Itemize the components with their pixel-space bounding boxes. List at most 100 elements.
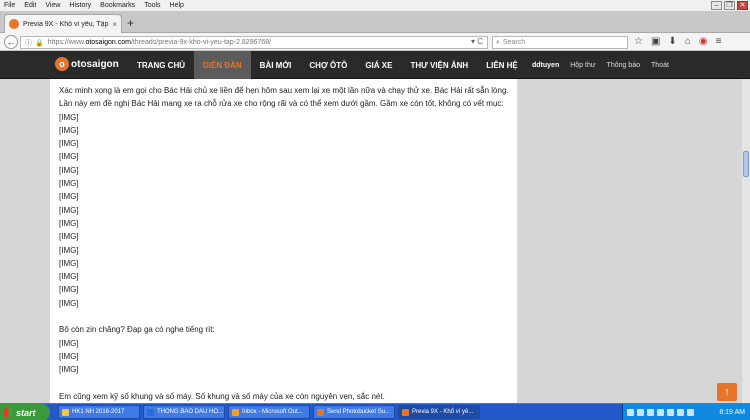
menu-help[interactable]: Help xyxy=(170,2,184,9)
image-placeholder[interactable]: [IMG] xyxy=(59,244,511,257)
downloads-icon[interactable]: ⬇ xyxy=(668,36,676,47)
tray-icon[interactable] xyxy=(657,409,664,416)
tray-icon[interactable] xyxy=(637,409,644,416)
nav-home[interactable]: TRANG CHỦ xyxy=(128,51,194,79)
tray-icon[interactable] xyxy=(647,409,654,416)
taskbar-tasks: HK1 NH 2016-2017 THONG BAO DAU HO... Inbox… xyxy=(58,405,480,419)
system-tray: 8:19 AM xyxy=(622,404,750,420)
task-app-icon xyxy=(232,408,239,416)
image-placeholder[interactable]: [IMG] xyxy=(59,111,511,124)
image-placeholder[interactable]: [IMG] xyxy=(59,363,511,376)
menu-history[interactable]: History xyxy=(69,2,91,9)
taskbar-task[interactable]: Previa 9X - Khổ vì yê... xyxy=(398,405,480,419)
tray-icon[interactable] xyxy=(677,409,684,416)
image-placeholder[interactable]: [IMG] xyxy=(59,177,511,190)
task-label: Inbox - Microsoft Out... xyxy=(242,409,303,415)
search-icon: ⌕ xyxy=(496,38,500,46)
post-text-line xyxy=(59,377,511,390)
user-bar: ddtuyen Hộp thư Thông báo Thoát xyxy=(532,51,680,79)
lock-icon[interactable]: 🔒 xyxy=(35,39,44,47)
taskbar-task[interactable]: THONG BAO DAU HO... xyxy=(143,405,225,419)
image-placeholder[interactable]: [IMG] xyxy=(59,337,511,350)
image-placeholder[interactable]: [IMG] xyxy=(59,350,511,363)
toolbar-icons: ☆ ▣ ⬇ ⌂ ◉ ≡ xyxy=(634,36,721,47)
image-placeholder[interactable]: [IMG] xyxy=(59,204,511,217)
menu-view[interactable]: View xyxy=(45,2,60,9)
image-placeholder[interactable]: [IMG] xyxy=(59,297,511,310)
tray-icon[interactable] xyxy=(667,409,674,416)
task-label: Send Photobucket Su... xyxy=(327,409,391,415)
tray-icon[interactable] xyxy=(687,409,694,416)
search-placeholder: Search xyxy=(502,39,526,46)
info-icon[interactable]: ⓘ xyxy=(25,38,32,48)
close-window-button[interactable]: ✕ xyxy=(737,1,748,10)
image-placeholder[interactable]: [IMG] xyxy=(59,230,511,243)
taskbar-task[interactable]: Send Photobucket Su... xyxy=(313,405,395,419)
new-tab-button[interactable]: + xyxy=(127,16,134,30)
tab-bar: Previa 9X - Khổ vì yêu, Tập 2 ... × + xyxy=(0,11,750,33)
notifications-link[interactable]: Thông báo xyxy=(607,62,640,69)
image-placeholder[interactable]: [IMG] xyxy=(59,137,511,150)
back-button[interactable]: ← xyxy=(4,35,18,49)
bookmark-star-icon[interactable]: ☆ xyxy=(634,36,643,47)
menu-file[interactable]: File xyxy=(4,2,15,9)
logo-text: otosaigon xyxy=(71,58,119,70)
logo-circle-icon: o xyxy=(55,57,69,71)
taskbar-task[interactable]: Inbox - Microsoft Out... xyxy=(228,405,310,419)
home-icon[interactable]: ⌂ xyxy=(685,36,691,47)
site-header: o otosaigon TRANG CHỦ DIỄN ĐÀN BÀI MỚI C… xyxy=(0,51,750,79)
taskbar-clock: 8:19 AM xyxy=(719,409,745,416)
menu-edit[interactable]: Edit xyxy=(24,2,36,9)
page-scrollbar[interactable] xyxy=(742,79,750,403)
taskbar-task[interactable]: HK1 NH 2016-2017 xyxy=(58,405,140,419)
image-placeholder[interactable]: [IMG] xyxy=(59,190,511,203)
menu-bookmarks[interactable]: Bookmarks xyxy=(100,2,135,9)
url-path: /threads/previa-9x-kho-vi-yeu-tap-2.8296… xyxy=(130,39,272,46)
post-body: Xác minh xong là em gọi cho Bác Hải chủ … xyxy=(59,84,511,403)
nav-car-market[interactable]: CHỢ ÔTÔ xyxy=(300,51,356,79)
tray-icon[interactable] xyxy=(627,409,634,416)
image-placeholder[interactable]: [IMG] xyxy=(59,270,511,283)
task-app-icon xyxy=(402,408,409,416)
image-placeholder[interactable]: [IMG] xyxy=(59,283,511,296)
logout-link[interactable]: Thoát xyxy=(651,62,669,69)
nav-car-prices[interactable]: GIÁ XE xyxy=(356,51,401,79)
main-nav: TRANG CHỦ DIỄN ĐÀN BÀI MỚI CHỢ ÔTÔ GIÁ X… xyxy=(128,51,527,79)
search-input[interactable]: ⌕ Search xyxy=(492,36,628,49)
scroll-to-top-button[interactable]: ↑ xyxy=(717,383,737,401)
browser-tab[interactable]: Previa 9X - Khổ vì yêu, Tập 2 ... × xyxy=(4,14,122,33)
hamburger-menu-icon[interactable]: ≡ xyxy=(716,36,722,47)
task-app-icon xyxy=(147,408,154,416)
post-text-line: Em cũng xem kỹ số khung và số máy. Số kh… xyxy=(59,391,385,401)
scrollbar-thumb[interactable] xyxy=(743,151,749,177)
image-placeholder[interactable]: [IMG] xyxy=(59,124,511,137)
site-logo[interactable]: o otosaigon xyxy=(55,57,119,71)
tab-close-icon[interactable]: × xyxy=(112,20,117,29)
task-app-icon xyxy=(317,408,324,416)
username-link[interactable]: ddtuyen xyxy=(532,62,559,69)
navigation-bar: ← ⓘ 🔒 https://www. otosaigon.com /thread… xyxy=(0,33,750,51)
url-bar[interactable]: ⓘ 🔒 https://www. otosaigon.com /threads/… xyxy=(20,36,488,49)
task-app-icon xyxy=(62,408,69,416)
minimize-button[interactable]: – xyxy=(711,1,722,10)
start-label: start xyxy=(16,407,36,418)
pocket-icon[interactable]: ◉ xyxy=(699,36,708,47)
reading-list-icon[interactable]: ▣ xyxy=(651,36,660,47)
nav-gallery[interactable]: THƯ VIỆN ẢNH xyxy=(401,51,477,79)
nav-contact[interactable]: LIÊN HỆ xyxy=(477,51,527,79)
image-placeholder[interactable]: [IMG] xyxy=(59,164,511,177)
restore-button[interactable]: ❐ xyxy=(724,1,735,10)
site-favicon-icon xyxy=(9,19,19,29)
image-placeholder[interactable]: [IMG] xyxy=(59,150,511,163)
inbox-link[interactable]: Hộp thư xyxy=(570,62,595,69)
start-button[interactable]: start xyxy=(0,404,50,420)
reload-icon[interactable]: ▾ C xyxy=(471,37,483,46)
nav-new-posts[interactable]: BÀI MỚI xyxy=(251,51,301,79)
post-text-line: Xác minh xong là em gọi cho Bác Hải chủ … xyxy=(59,86,509,95)
image-placeholder[interactable]: [IMG] xyxy=(59,217,511,230)
image-placeholder[interactable]: [IMG] xyxy=(59,257,511,270)
windows-flag-icon xyxy=(4,408,13,417)
nav-forum[interactable]: DIỄN ĐÀN xyxy=(194,51,251,79)
menu-bar: File Edit View History Bookmarks Tools H… xyxy=(0,0,750,11)
menu-tools[interactable]: Tools xyxy=(144,2,160,9)
